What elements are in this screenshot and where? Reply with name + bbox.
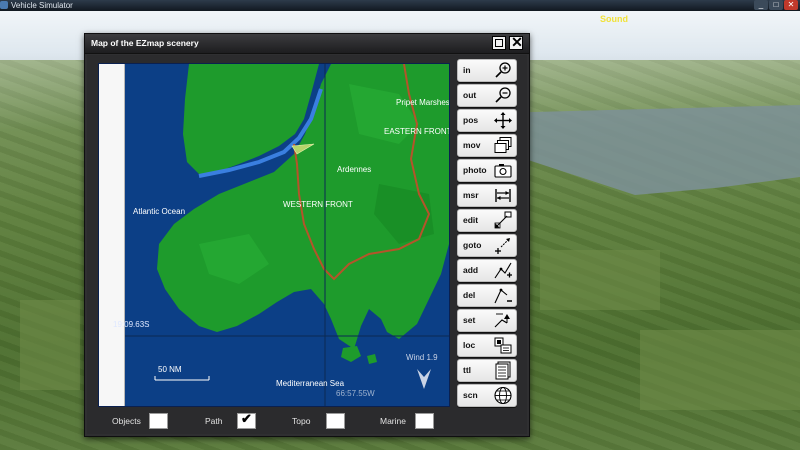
tool-label: ttl: [463, 365, 472, 375]
delete-point-icon: [494, 288, 512, 304]
tool-label: set: [463, 315, 476, 325]
tool-label: mov: [463, 140, 481, 150]
edit-button[interactable]: edit: [457, 209, 517, 232]
measure-icon: [495, 189, 511, 202]
maximize-button[interactable]: □: [769, 0, 783, 10]
zoom-in-icon: [495, 62, 511, 78]
camera-icon: [494, 164, 512, 178]
objects-checkbox[interactable]: [149, 413, 168, 429]
stacked-windows-icon: [494, 137, 512, 153]
location-icon: [494, 337, 512, 354]
app-title-bar: Vehicle Simulator _ □ ✕: [0, 0, 800, 11]
scale-label: 50 NM: [158, 365, 182, 374]
app-icon: [0, 1, 8, 9]
add-button[interactable]: add: [457, 259, 517, 282]
dialog-title-bar[interactable]: Map of the EZmap scenery ✕: [85, 34, 529, 54]
ttl-button[interactable]: ttl: [457, 359, 517, 382]
option-label: Marine: [380, 416, 406, 426]
marine-checkbox[interactable]: [415, 413, 434, 429]
dialog-body: Atlantic Ocean Pripet Marshes EASTERN FR…: [87, 55, 527, 434]
option-label: Objects: [112, 416, 141, 426]
check-icon: ✔: [241, 411, 252, 426]
map-dialog: Map of the EZmap scenery ✕ Atlantic Ocea…: [84, 33, 530, 437]
tool-label: edit: [463, 215, 479, 225]
map-toolbar: in out pos mov photo msr edit goto add d…: [457, 57, 519, 412]
zoom-out-icon: [495, 87, 511, 103]
label-ardennes: Ardennes: [337, 165, 372, 174]
field-patch: [20, 300, 80, 390]
restore-icon: [495, 39, 503, 47]
latitude-scale-strip: [99, 64, 125, 406]
move-button[interactable]: mov: [457, 134, 517, 157]
zoom-in-button[interactable]: in: [457, 59, 517, 82]
zoom-out-button[interactable]: out: [457, 84, 517, 107]
wind-readout: Wind 1.9: [406, 353, 438, 362]
photo-button[interactable]: photo: [457, 159, 517, 182]
tool-label: in: [463, 65, 471, 75]
minimize-button[interactable]: _: [754, 0, 768, 10]
tool-label: goto: [463, 240, 482, 250]
close-icon: ✕: [511, 34, 523, 50]
tool-label: msr: [463, 190, 479, 200]
app-title: Vehicle Simulator: [11, 1, 73, 10]
tool-label: photo: [463, 165, 487, 175]
field-patch: [540, 250, 660, 310]
close-dialog-button[interactable]: ✕: [509, 34, 523, 50]
close-app-button[interactable]: ✕: [784, 0, 798, 10]
tool-label: loc: [463, 340, 476, 350]
restore-button[interactable]: [492, 36, 506, 50]
option-label: Topo: [292, 416, 311, 426]
set-button[interactable]: set: [457, 309, 517, 332]
set-point-icon: [494, 313, 510, 328]
field-patch: [640, 330, 800, 410]
resize-icon: [494, 211, 512, 229]
delete-button[interactable]: del: [457, 284, 517, 307]
measure-button[interactable]: msr: [457, 184, 517, 207]
option-label: Path: [205, 416, 223, 426]
label-mediterranean: Mediterranean Sea: [276, 379, 345, 388]
tool-label: del: [463, 290, 476, 300]
sound-indicator: Sound: [600, 14, 628, 24]
topo-checkbox[interactable]: [326, 413, 345, 429]
tool-label: pos: [463, 115, 479, 125]
label-pripet: Pripet Marshes: [396, 98, 450, 107]
map-layer-options: Objects Path ✔ Topo Marine: [87, 411, 467, 431]
scenery-button[interactable]: scn: [457, 384, 517, 407]
add-point-icon: [494, 262, 512, 279]
tool-label: scn: [463, 390, 478, 400]
goto-button[interactable]: goto: [457, 234, 517, 257]
label-western-front: WESTERN FRONT: [283, 200, 353, 209]
document-icon: [495, 361, 511, 380]
label-eastern-front: EASTERN FRONT: [384, 127, 450, 136]
dialog-title: Map of the EZmap scenery: [91, 38, 199, 48]
path-checkbox[interactable]: ✔: [237, 411, 256, 429]
move-arrows-icon: [494, 112, 512, 129]
goto-icon: [495, 238, 510, 254]
position-button[interactable]: pos: [457, 109, 517, 132]
label-atlantic: Atlantic Ocean: [133, 207, 186, 216]
tool-label: out: [463, 90, 477, 100]
map-view[interactable]: Atlantic Ocean Pripet Marshes EASTERN FR…: [98, 63, 450, 407]
map-graphic: [99, 64, 449, 406]
longitude-readout: 66:57.55W: [336, 389, 375, 398]
tool-label: add: [463, 265, 479, 275]
location-button[interactable]: loc: [457, 334, 517, 357]
latitude-readout: 19:09.63S: [113, 320, 150, 329]
globe-icon: [494, 386, 512, 405]
